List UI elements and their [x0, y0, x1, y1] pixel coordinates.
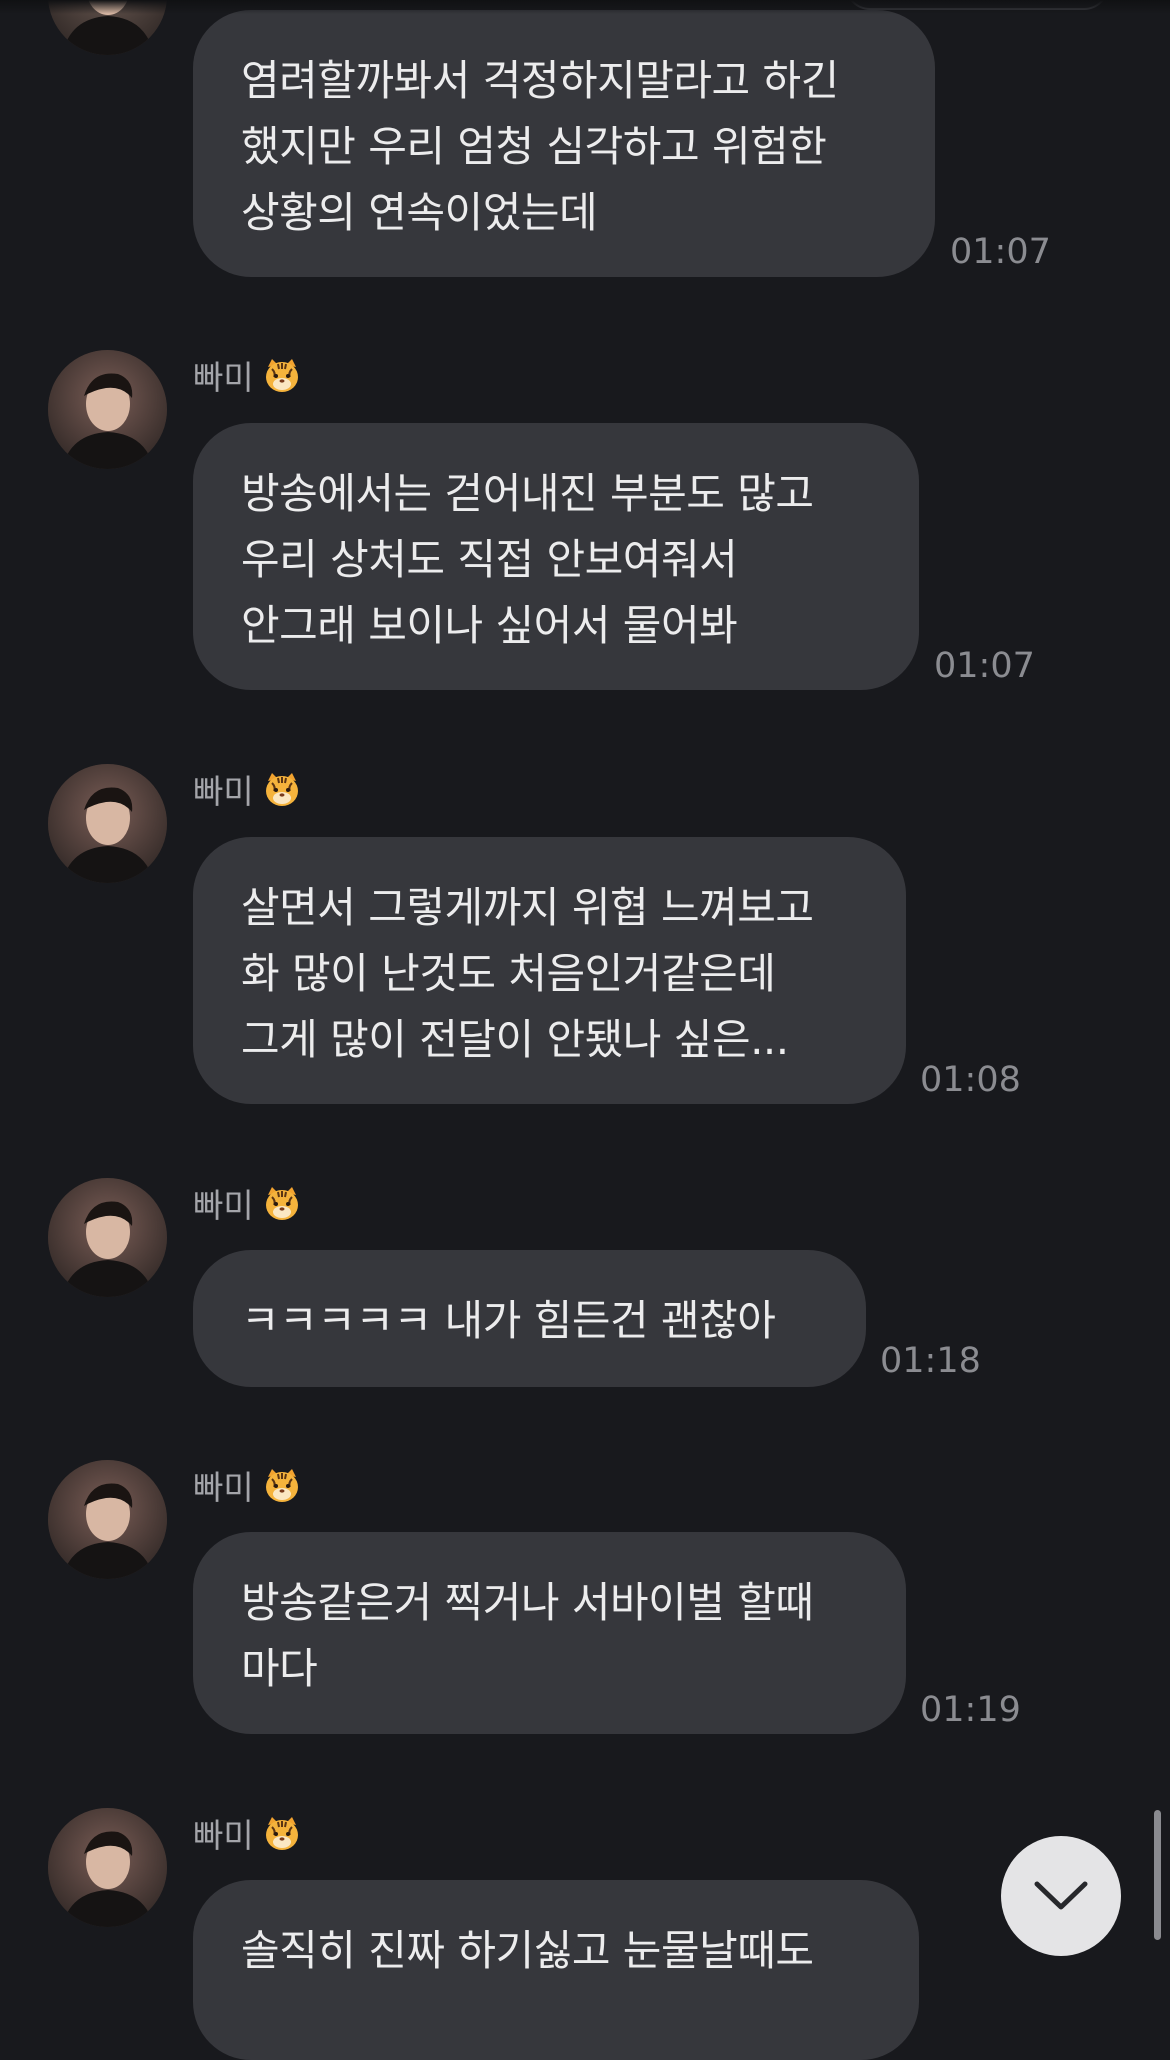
message-timestamp: 01:07 [934, 646, 1035, 686]
sender-name: 빠미 [193, 353, 302, 397]
tiger-face-emoji-icon [262, 1183, 302, 1223]
sender-name-text: 빠미 [193, 1186, 254, 1225]
message-bubble[interactable]: 방송에서는 걷어내진 부분도 많고 우리 상처도 직접 안보여줘서 안그래 보이… [193, 423, 919, 690]
sender-name-text: 빠미 [193, 1816, 254, 1855]
message-timestamp: 01:08 [920, 1060, 1021, 1100]
sender-name-text: 빠미 [193, 1468, 254, 1507]
message-timestamp: 01:18 [880, 1341, 981, 1381]
sender-name: 빠미 [193, 1811, 302, 1855]
sender-name: 빠미 [193, 767, 302, 811]
sender-name-text: 빠미 [193, 772, 254, 811]
message-bubble[interactable]: 염려할까봐서 걱정하지말라고 하긴 했지만 우리 엄청 심각하고 위험한 상황의… [193, 10, 935, 277]
tiger-face-emoji-icon [262, 1465, 302, 1505]
sender-name-text: 빠미 [193, 358, 254, 397]
avatar[interactable] [48, 1178, 167, 1297]
tiger-face-emoji-icon [262, 355, 302, 395]
scrollbar[interactable] [1154, 1810, 1161, 1940]
top-fade [0, 0, 1170, 14]
message-timestamp: 01:07 [950, 232, 1051, 272]
message-bubble[interactable]: ㅋㅋㅋㅋㅋ 내가 힘든건 괜찮아 [193, 1250, 866, 1387]
avatar[interactable] [48, 764, 167, 883]
sender-name: 빠미 [193, 1181, 302, 1225]
chevron-down-icon [1034, 1881, 1088, 1910]
avatar[interactable] [48, 1808, 167, 1927]
message-bubble[interactable]: 살면서 그렇게까지 위협 느껴보고 화 많이 난것도 처음인거같은데 그게 많이… [193, 837, 906, 1104]
message-timestamp: 01:19 [920, 1690, 1021, 1730]
tiger-face-emoji-icon [262, 1813, 302, 1853]
message-bubble[interactable]: 솔직히 진짜 하기싫고 눈물날때도 [193, 1880, 919, 2060]
avatar[interactable] [48, 1460, 167, 1579]
avatar[interactable] [48, 350, 167, 469]
scroll-to-bottom-button[interactable] [1001, 1836, 1121, 1956]
message-bubble[interactable]: 방송같은거 찍거나 서바이벌 할때 마다 [193, 1532, 906, 1734]
tiger-face-emoji-icon [262, 769, 302, 809]
chat-thread[interactable]: 염려할까봐서 걱정하지말라고 하긴 했지만 우리 엄청 심각하고 위험한 상황의… [0, 0, 1170, 2060]
sender-name: 빠미 [193, 1463, 302, 1507]
